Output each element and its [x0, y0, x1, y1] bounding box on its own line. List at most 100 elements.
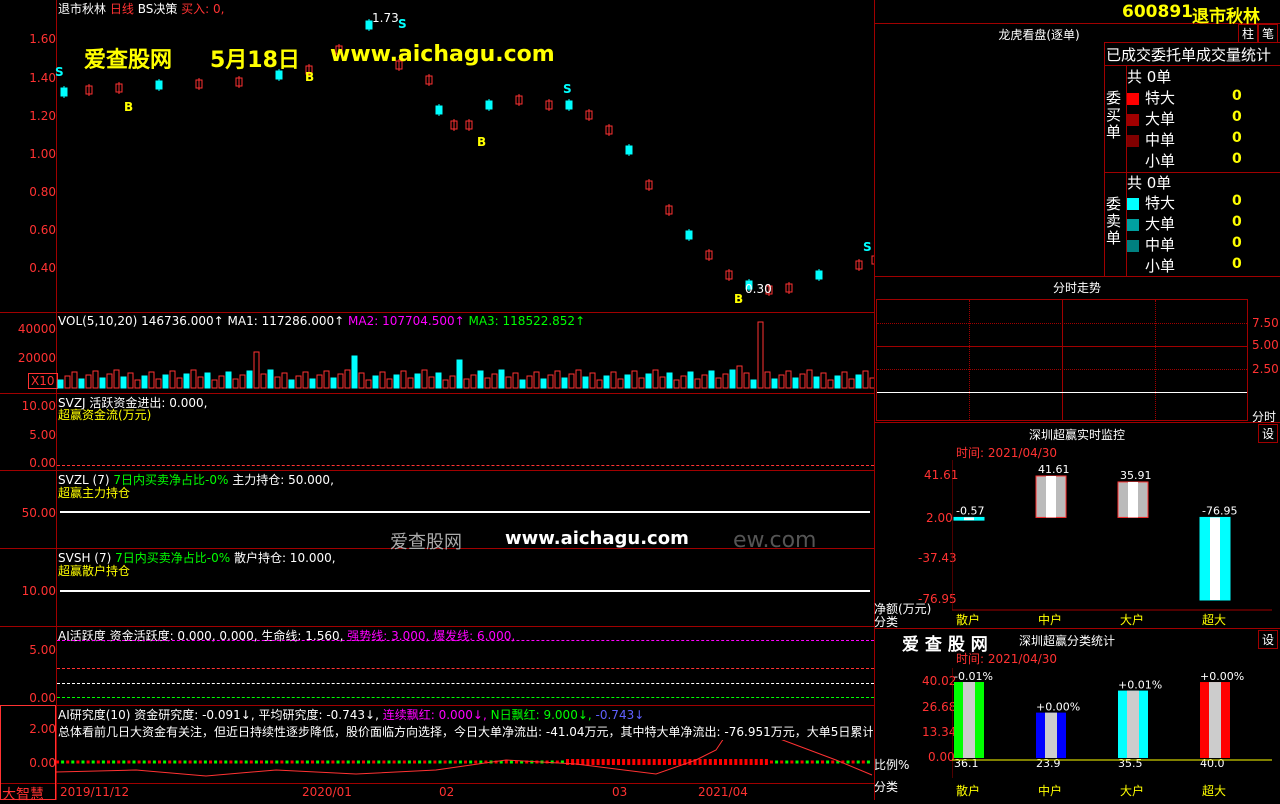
research-bar: [96, 760, 100, 764]
volume-bar: [519, 379, 526, 389]
volume-bar: [827, 379, 834, 389]
buy-row: 小单: [1127, 150, 1175, 171]
research-chart[interactable]: [56, 740, 874, 783]
research-bar: [744, 759, 748, 765]
volume-bar: [141, 375, 148, 389]
research-bar: [606, 759, 610, 765]
sell-row: 特大: [1127, 192, 1175, 213]
low-price-label: 0.30: [745, 282, 772, 296]
research-bar: [351, 760, 355, 764]
research-bar: [821, 760, 824, 764]
volume-bar: [71, 371, 78, 389]
research-bar: [112, 760, 116, 764]
research-bar: [729, 759, 733, 765]
timeshare-chart[interactable]: [876, 299, 1248, 421]
research-bar: [239, 760, 243, 764]
main-chart-area[interactable]: 退市秋林 日线 BS决策 买入: 0, 1.60 1.40 1.20 1.00 …: [0, 0, 874, 803]
volume-bar: [218, 375, 225, 389]
stock-code: 600891: [1122, 2, 1193, 22]
brand-label: 大智慧: [2, 787, 44, 803]
monitor-bar-highlight: [1046, 476, 1056, 518]
svzj-zero-line: [57, 465, 874, 466]
volume-bar: [414, 373, 421, 389]
volume-bar: [57, 379, 64, 389]
research-bar: [382, 760, 386, 764]
active-zero-line: [57, 697, 874, 698]
research-bar: [260, 760, 263, 764]
svzl-text: 7日内买卖净占比-0%: [113, 473, 229, 487]
volume-bar: [540, 378, 547, 389]
class-category-label: 大户: [1120, 783, 1144, 798]
research-bar: [443, 760, 447, 764]
date-tick: 02: [439, 785, 455, 799]
volume-bar: [239, 374, 246, 389]
volume-bar: [267, 369, 274, 389]
volume-bar: [652, 369, 659, 389]
bar-toggle-button[interactable]: 柱: [1238, 24, 1258, 43]
research-bar: [407, 760, 411, 764]
volume-bar: [260, 373, 267, 389]
volume-bar: [491, 373, 498, 389]
monitor-settings-button[interactable]: 设: [1258, 424, 1278, 443]
research-bar: [280, 760, 284, 764]
research-bar: [321, 760, 325, 764]
monitor-bar-chart[interactable]: -0.57 散户 41.61 中户 35.91 大户 -76.95 超大: [952, 460, 1272, 628]
research-bar: [703, 759, 707, 765]
buy-value: 0: [1232, 130, 1242, 146]
volume-bar: [372, 375, 379, 389]
class-bar-chart[interactable]: -0.01% 36.1 散户 +0.00% 23.9 中户 +0.01% 35.5 大户 +0.0…: [952, 668, 1272, 800]
center-watermark-site: 爱查股网: [390, 532, 462, 553]
volume-bar: [393, 374, 400, 389]
sell-row: 小单: [1127, 255, 1175, 276]
volume-bar: [302, 371, 309, 389]
sell-row: 中单: [1127, 234, 1175, 255]
volume-bar: [162, 374, 169, 389]
volume-bar: [99, 377, 106, 389]
class-settings-button[interactable]: 设: [1258, 630, 1278, 649]
volume-bar: [554, 370, 561, 389]
sell-signal: S: [563, 82, 572, 96]
vol-unit-badge[interactable]: X10: [28, 373, 58, 389]
volume-bar: [449, 375, 456, 389]
tick-toggle-button[interactable]: 笔: [1258, 24, 1278, 43]
volume-bars[interactable]: [56, 320, 874, 390]
monitor-bar-label: -0.57: [956, 504, 984, 517]
volume-bar: [750, 379, 757, 389]
volume-bar: [246, 370, 253, 389]
side-panel: 600891 退市秋林 龙虎看盘(逐单) 柱 笔 已成交委托单成交量统计 委买单…: [874, 0, 1280, 800]
volume-bar: [673, 379, 680, 389]
volume-bar: [512, 372, 519, 389]
timeshare-axis: 7.50: [1252, 316, 1279, 330]
research-bar: [316, 760, 320, 764]
research-bar: [362, 760, 365, 764]
research-bar: [341, 760, 345, 764]
volume-bar: [533, 371, 540, 389]
volume-bar: [575, 369, 582, 389]
research-bar: [122, 760, 126, 764]
research-bar: [413, 760, 416, 764]
research-bar: [290, 760, 294, 764]
research-bar: [749, 759, 753, 765]
volume-bar: [645, 373, 652, 389]
buy-group-label: 委买单: [1106, 89, 1122, 141]
research-bar: [76, 760, 80, 764]
research-bar: [637, 759, 641, 765]
research-bar: [611, 759, 615, 765]
research-bar: [249, 760, 253, 764]
volume-bar: [127, 372, 134, 389]
candle-body: [155, 80, 163, 90]
research-bar: [785, 760, 789, 764]
volume-bar: [729, 369, 736, 389]
volume-bar: [610, 371, 617, 389]
stats-title: 已成交委托单成交量统计: [1106, 46, 1272, 64]
research-bar: [132, 760, 136, 764]
sell-value: 0: [1232, 214, 1242, 230]
class-bar-top-label: +0.01%: [1118, 679, 1162, 692]
legend-swatch: [1127, 134, 1139, 147]
research-bar: [861, 760, 865, 764]
sell-total: 共 0单: [1127, 174, 1172, 192]
svzj-axis-3: 0.00: [29, 456, 56, 470]
research-bar: [183, 760, 187, 764]
timeshare-title: 分时走势: [1052, 281, 1101, 295]
volume-bar: [176, 377, 183, 389]
